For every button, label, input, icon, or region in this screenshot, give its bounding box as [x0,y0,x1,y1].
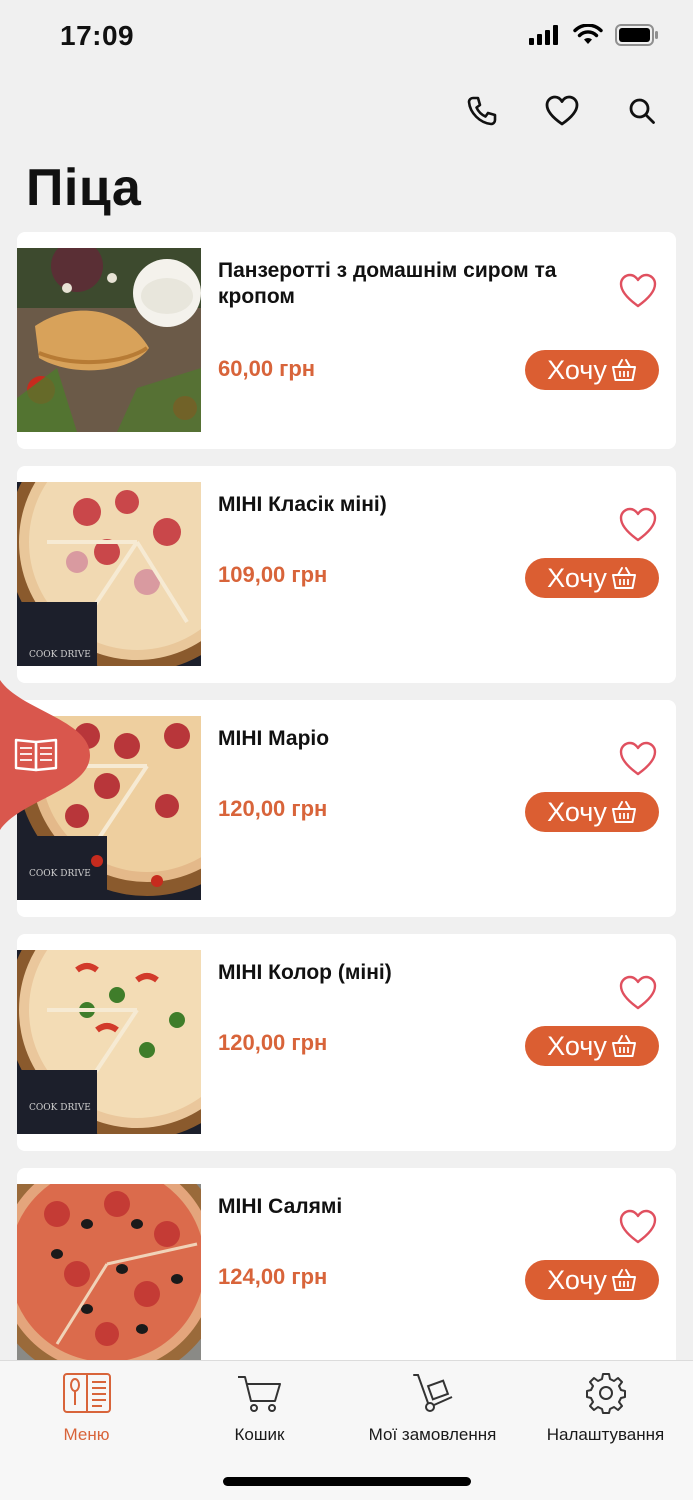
svg-text:COOK DRIVE: COOK DRIVE [29,869,91,879]
svg-text:COOK DRIVE: COOK DRIVE [29,1103,91,1113]
want-button-label: Хочу [547,562,607,593]
basket-icon [611,359,636,381]
battery-icon [615,24,658,46]
product-card[interactable]: COOK DRIVE МІНІ Колор (міні) 120,00 грн … [17,934,676,1151]
tab-label: Кошик [234,1425,285,1444]
hand-truck-icon [412,1374,452,1412]
product-name[interactable]: МІНІ Колор (міні) [218,960,598,986]
product-name[interactable]: МІНІ Класік міні) [218,492,598,518]
want-button-label: Хочу [547,354,607,385]
top-actions [461,90,663,132]
product-price: 109,00 грн [218,562,328,587]
product-name[interactable]: МІНІ Маріо [218,726,598,752]
basket-icon [611,801,636,823]
favorites-button[interactable] [541,90,583,132]
want-button-label: Хочу [547,1264,607,1295]
tab-settings[interactable]: Налаштування [519,1371,692,1445]
phone-button[interactable] [461,90,503,132]
want-button[interactable]: Хочу [525,350,659,390]
svg-text:COOK DRIVE: COOK DRIVE [29,650,91,660]
basket-icon [611,567,636,589]
product-card[interactable]: Панзеротті з домашнім сиром та кропом 60… [17,232,676,449]
tab-label: Меню [63,1425,110,1444]
favorite-heart-icon[interactable] [618,974,658,1012]
product-price: 120,00 грн [218,796,328,821]
product-image [17,1184,201,1368]
favorite-heart-icon[interactable] [618,1208,658,1246]
basket-icon [611,1035,636,1057]
want-button[interactable]: Хочу [525,1260,659,1300]
favorite-heart-icon[interactable] [618,740,658,778]
page-title: Піца [26,159,142,217]
status-icons [529,24,659,46]
tab-menu[interactable]: Меню [0,1371,173,1445]
heart-icon [545,95,579,126]
home-indicator [223,1477,471,1486]
search-button[interactable] [621,90,663,132]
status-bar: 17:09 [0,0,693,76]
tab-label: Мої замовлення [368,1425,497,1444]
product-card[interactable]: COOK DRIVE МІНІ Маріо 120,00 грн Хочу [17,700,676,917]
basket-icon [611,1269,636,1291]
status-time: 17:09 [60,20,135,51]
product-price: 60,00 грн [218,356,316,381]
cart-icon [237,1376,281,1412]
product-card[interactable]: COOK DRIVE МІНІ Класік міні) 109,00 грн … [17,466,676,683]
product-name[interactable]: МІНІ Салямі [218,1194,598,1220]
signal-icon [529,25,558,45]
favorite-heart-icon[interactable] [618,272,658,310]
product-image: COOK DRIVE [17,482,201,666]
product-image: COOK DRIVE [17,950,201,1134]
phone-icon [467,96,497,126]
wifi-icon [573,24,603,44]
menu-side-tab[interactable] [0,680,90,830]
product-image [17,248,201,432]
gear-icon [585,1373,626,1414]
tab-cart[interactable]: Кошик [173,1371,346,1445]
favorite-heart-icon[interactable] [618,506,658,544]
want-button-label: Хочу [547,1030,607,1061]
want-button[interactable]: Хочу [525,558,659,598]
product-card[interactable]: МІНІ Салямі 124,00 грн Хочу [17,1168,676,1385]
want-button-label: Хочу [547,796,607,827]
want-button[interactable]: Хочу [525,792,659,832]
product-price: 120,00 грн [218,1030,328,1055]
want-button[interactable]: Хочу [525,1026,659,1066]
menu-book-icon [62,1373,111,1413]
product-name[interactable]: Панзеротті з домашнім сиром та кропом [218,258,598,310]
tab-orders[interactable]: Мої замовлення [346,1371,519,1445]
product-price: 124,00 грн [218,1264,328,1289]
search-icon [629,98,655,124]
tab-label: Налаштування [546,1425,665,1444]
